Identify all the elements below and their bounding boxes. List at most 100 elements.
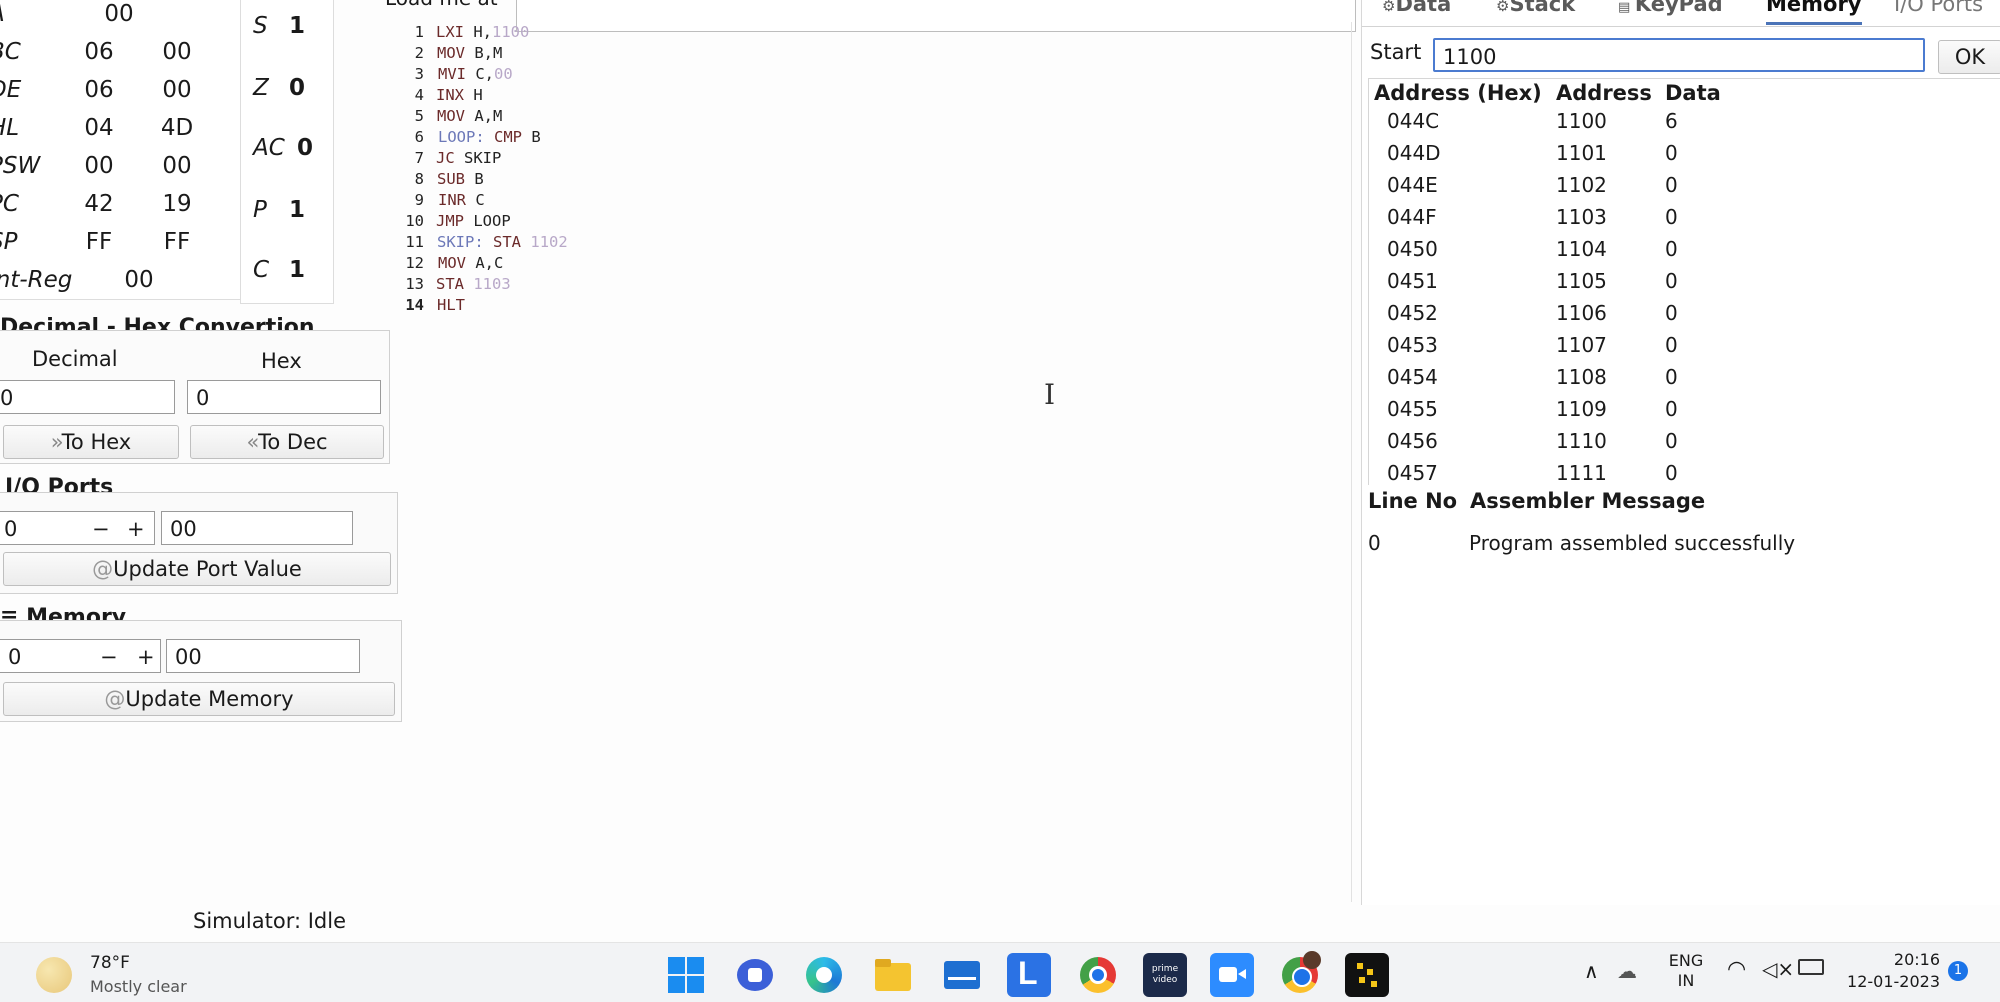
memory-row[interactable]: 0455 1109 0 [1369, 397, 1869, 429]
memory-row[interactable]: 044D 1101 0 [1369, 141, 1869, 173]
code-line[interactable]: 11 SKIP: STA 1102 [394, 233, 694, 254]
code-line[interactable]: 3 MVI C,00 [394, 65, 694, 86]
tab-stack[interactable]: ⚙Stack [1496, 0, 1575, 22]
code-operand: SKIP [464, 149, 502, 167]
chrome-profile-icon[interactable] [1278, 951, 1322, 997]
to-dec-button[interactable]: «To Dec [190, 425, 384, 459]
code-line[interactable]: 8 SUB B [394, 170, 694, 191]
clock[interactable]: 20:16 12-01-2023 [1840, 949, 1940, 993]
memory-row[interactable]: 0457 1111 0 [1369, 461, 1869, 485]
data-tab-icon: ⚙ [1382, 0, 1396, 15]
col-line-no: Line No [1368, 489, 1458, 513]
to-hex-button[interactable]: »To Hex [3, 425, 179, 459]
weather-widget[interactable]: 78°F Mostly clear [30, 951, 220, 1001]
line-number: 6 [414, 128, 424, 146]
refresh-icon: @ [104, 687, 126, 711]
port-increment-button[interactable]: + [127, 512, 145, 546]
col-address: Address [1556, 81, 1652, 105]
volume-muted-icon[interactable]: ◁× [1762, 957, 1794, 981]
tab-data[interactable]: ⚙Data [1382, 0, 1451, 22]
memory-row[interactable]: 044C 1100 6 [1369, 109, 1869, 141]
memory-row[interactable]: 0452 1106 0 [1369, 301, 1869, 333]
memory-address-input[interactable]: 0 − + [0, 639, 161, 673]
memory-decrement-button[interactable]: − [100, 640, 118, 674]
edge-icon[interactable] [802, 953, 846, 997]
memory-address: 1102 [1556, 173, 1607, 197]
memory-hex-address: 044E [1387, 173, 1438, 197]
code-line[interactable]: 1 LXI H,1100 [394, 23, 694, 44]
code-line[interactable]: 13 STA 1103 [394, 275, 694, 296]
notification-icon[interactable]: 1 [1948, 961, 1968, 981]
start-address-input[interactable]: 1100 [1433, 38, 1925, 72]
code-opcode: MOV [437, 107, 465, 125]
line-number: 3 [414, 65, 424, 83]
code-line[interactable]: 10 JMP LOOP [394, 212, 694, 233]
code-line[interactable]: 4 INX H [394, 86, 694, 107]
code-opcode: MVI [438, 65, 466, 83]
memory-address: 1106 [1556, 301, 1607, 325]
memory-data: 0 [1665, 397, 1678, 421]
code-label: LOOP: [438, 128, 485, 146]
weather-moon-icon [36, 957, 72, 993]
decimal-input[interactable]: 0 [0, 380, 175, 414]
port-decrement-button[interactable]: − [92, 512, 110, 546]
memory-row[interactable]: 0453 1107 0 [1369, 333, 1869, 365]
memory-data: 0 [1665, 365, 1678, 389]
code-operand: A,M [474, 107, 503, 125]
code-line[interactable]: 12 MOV A,C [394, 254, 694, 275]
code-line[interactable]: 5 MOV A,M [394, 107, 694, 128]
memory-hex-address: 044C [1387, 109, 1440, 133]
chat-icon[interactable] [733, 953, 777, 997]
tab-io-ports[interactable]: I/O Ports [1894, 0, 1983, 22]
code-text: JC SKIP [436, 149, 501, 167]
l-app-icon[interactable]: L [1007, 953, 1051, 997]
chevron-up-icon[interactable]: ∧ [1584, 959, 1599, 983]
stack-tab-icon: ⚙ [1496, 0, 1510, 15]
tab-keypad[interactable]: ▤ KeyPad [1618, 0, 1723, 22]
tab-memory[interactable]: Memory [1766, 0, 1862, 25]
line-number: 8 [414, 170, 424, 188]
battery-icon[interactable] [1798, 959, 1824, 975]
port-value-input[interactable]: 00 [161, 511, 353, 545]
code-line[interactable]: 14 HLT [394, 296, 694, 317]
memory-row[interactable]: 0450 1104 0 [1369, 237, 1869, 269]
wifi-icon[interactable]: ◠ [1727, 957, 1746, 982]
memory-increment-button[interactable]: + [137, 640, 155, 674]
hex-input[interactable]: 0 [187, 380, 381, 414]
start-icon[interactable] [664, 953, 708, 997]
memory-row[interactable]: 044E 1102 0 [1369, 173, 1869, 205]
code-opcode: HLT [437, 296, 465, 314]
code-text: MVI C,00 [438, 65, 513, 83]
memory-value-input[interactable]: 00 [166, 639, 360, 673]
code-opcode: INR [438, 191, 466, 209]
zoom-icon[interactable] [1210, 953, 1254, 997]
arrow-left-icon: « [246, 430, 259, 454]
language-indicator[interactable]: ENG IN [1666, 951, 1706, 991]
onedrive-icon[interactable]: ☁ [1617, 959, 1637, 983]
code-line[interactable]: 6 LOOP: CMP B [394, 128, 694, 149]
prime-video-icon[interactable]: prime video [1143, 953, 1187, 997]
code-line[interactable]: 9 INR C [394, 191, 694, 212]
memory-table-header: Address (Hex) Address Data [1369, 81, 2000, 111]
memory-data: 0 [1665, 301, 1678, 325]
explorer-icon[interactable] [871, 953, 915, 997]
code-line[interactable]: 2 MOV B,M [394, 44, 694, 65]
memory-row[interactable]: 0454 1108 0 [1369, 365, 1869, 397]
assembler-row[interactable]: 0 Program assembled successfully [1362, 531, 2000, 561]
memory-row[interactable]: 0451 1105 0 [1369, 269, 1869, 301]
code-line[interactable]: 7 JC SKIP [394, 149, 694, 170]
memory-row[interactable]: 0456 1110 0 [1369, 429, 1869, 461]
code-text: SUB B [437, 170, 484, 188]
mail-icon[interactable] [940, 953, 984, 997]
chrome-icon[interactable] [1076, 953, 1120, 997]
ok-button[interactable]: OK [1938, 40, 2000, 74]
code-opcode: INX [436, 86, 464, 104]
memory-data: 0 [1665, 237, 1678, 261]
col-assembler-message: Assembler Message [1470, 489, 1706, 513]
memory-row[interactable]: 044F 1103 0 [1369, 205, 1869, 237]
port-number-input[interactable]: 0 − + [0, 511, 155, 545]
update-memory-button[interactable]: @Update Memory [3, 682, 395, 716]
simulator-icon[interactable] [1345, 953, 1389, 997]
memory-data: 0 [1665, 141, 1678, 165]
update-port-button[interactable]: @Update Port Value [3, 552, 391, 586]
